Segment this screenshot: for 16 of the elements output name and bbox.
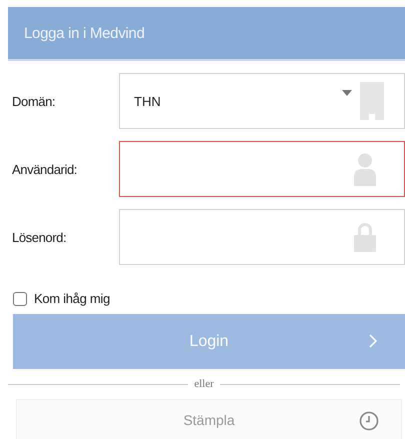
clock-icon <box>359 411 379 431</box>
field-label: Användarid: <box>11 162 78 176</box>
header-title: Logga in i Medvind <box>24 24 145 42</box>
divider-label: eller <box>194 378 214 390</box>
field-label: Domän: <box>11 94 56 108</box>
input-field[interactable] <box>119 141 405 197</box>
checkbox-label: Kom ihåg mig <box>34 291 110 306</box>
user-icon <box>354 152 376 186</box>
field-label: Lösenord: <box>11 230 68 244</box>
building-icon <box>360 82 384 120</box>
dropdown-caret-icon <box>342 90 352 96</box>
chevron-icon <box>369 334 377 348</box>
lock-icon <box>354 222 376 252</box>
checkbox[interactable] <box>13 292 27 306</box>
stamp-button[interactable]: Stämpla <box>16 399 402 439</box>
domain-select[interactable]: THN <box>119 73 405 129</box>
